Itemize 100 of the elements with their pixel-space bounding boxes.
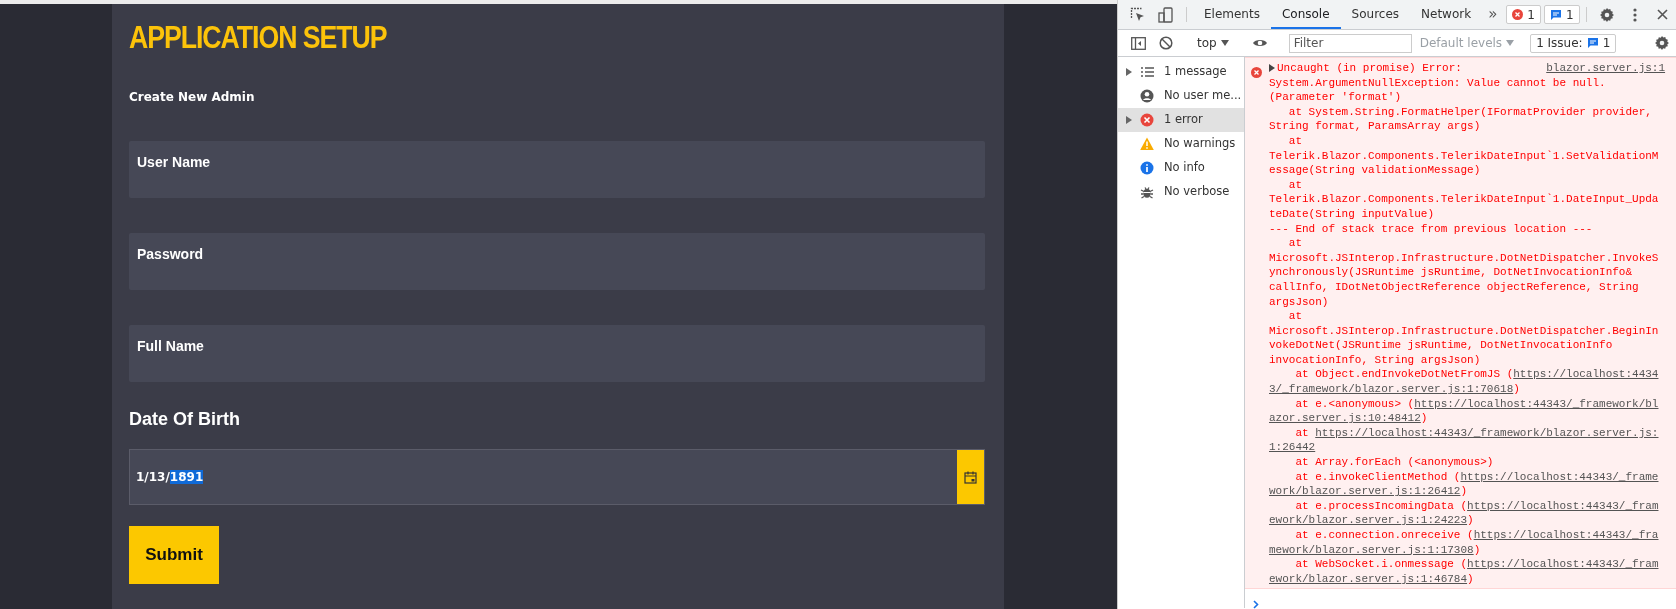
sidebar-item[interactable]: No user me... bbox=[1118, 84, 1244, 108]
stack-trace-text: at Array.forEach (<anonymous>) bbox=[1294, 455, 1494, 470]
chat-icon bbox=[1550, 8, 1562, 21]
form-subtitle: Create New Admin bbox=[129, 89, 256, 106]
filter-label: No info bbox=[1164, 159, 1205, 177]
error-text: Uncaught (in promise) Error: bbox=[1277, 61, 1462, 76]
error-count-button[interactable]: 1 bbox=[1506, 5, 1541, 24]
eye-icon bbox=[1251, 38, 1268, 48]
stack-trace-text: essage(String validationMessage) bbox=[1269, 163, 1481, 178]
submit-button[interactable]: Submit bbox=[129, 526, 219, 584]
source-link[interactable]: https://localhost:44343/_frame bbox=[1460, 469, 1659, 485]
calendar-button[interactable] bbox=[957, 450, 984, 504]
filter-label: No user me... bbox=[1164, 87, 1242, 105]
caret-icon bbox=[1506, 40, 1515, 46]
filter-label: No verbose bbox=[1164, 183, 1230, 201]
input-field[interactable]: Password bbox=[129, 233, 985, 290]
stack-trace-text: at bbox=[1294, 425, 1310, 441]
stack-trace-text: at Object.endInvokeDotNetFromJS ( bbox=[1294, 367, 1514, 383]
sidebar-item[interactable]: No info bbox=[1118, 156, 1244, 180]
error-icon bbox=[1512, 9, 1524, 20]
info-icon bbox=[1140, 161, 1154, 175]
settings-icon bbox=[1598, 6, 1615, 23]
sidebar-item[interactable]: 1 error bbox=[1118, 108, 1244, 132]
stack-trace-text: ) bbox=[1467, 571, 1474, 587]
stack-trace-text: at bbox=[1287, 309, 1302, 324]
stack-trace-text: (Parameter 'format') bbox=[1269, 90, 1402, 105]
stack-trace-text: ) bbox=[1473, 542, 1481, 558]
expand-arrow-icon bbox=[1269, 64, 1275, 73]
stack-trace-text: vokeDotNet(JSRuntime jsRuntime, DotNetInvocationInfo bbox=[1269, 338, 1613, 353]
panel-tab[interactable]: Console bbox=[1270, 0, 1341, 29]
stack-trace-text: Telerik.Blazor.Components.TelerikDateInput`1.DateInput_Upda bbox=[1269, 192, 1659, 207]
bug-icon bbox=[1140, 185, 1154, 199]
sidebar-item[interactable]: 1 message bbox=[1118, 60, 1244, 84]
input-field[interactable]: User Name bbox=[129, 141, 985, 198]
user-icon bbox=[1140, 89, 1154, 103]
warning-icon bbox=[1140, 137, 1154, 151]
stack-trace-text: at e.connection.onreceive ( bbox=[1294, 528, 1474, 543]
source-link[interactable]: https://localhost:44343/_framework/blazor.server.js: bbox=[1315, 425, 1659, 441]
source-link[interactable]: mework/blazor.server.js:1:17308 bbox=[1269, 542, 1474, 558]
stack-trace-text: teDate(String inputValue) bbox=[1269, 206, 1435, 222]
source-link[interactable]: 1:26442 bbox=[1269, 440, 1316, 456]
chat-icon bbox=[1586, 37, 1599, 49]
panel-tab[interactable]: Sources bbox=[1340, 0, 1411, 29]
source-link[interactable]: work/blazor.server.js:1:26412 bbox=[1269, 484, 1461, 499]
stack-trace-text: at e.processIncomingData ( bbox=[1294, 498, 1468, 514]
error-icon bbox=[1251, 67, 1262, 78]
stack-trace-text: at e.invokeClientMethod ( bbox=[1294, 469, 1461, 485]
panel-tab[interactable]: Elements bbox=[1193, 0, 1271, 29]
stack-trace-text: at bbox=[1287, 236, 1302, 251]
source-link[interactable]: https://localhost:4434 bbox=[1513, 367, 1659, 383]
panel-tab[interactable]: Network bbox=[1410, 0, 1483, 29]
source-link[interactable]: https://localhost:44343/_fra bbox=[1473, 528, 1659, 543]
stack-trace-text: ) bbox=[1513, 382, 1520, 397]
source-link[interactable]: blazor.server.js:1 bbox=[1546, 61, 1666, 76]
sidebar-item[interactable]: No warnings bbox=[1118, 132, 1244, 156]
stack-trace-text: ) bbox=[1467, 513, 1474, 528]
filter-input[interactable]: Filter bbox=[1288, 33, 1412, 53]
calendar-icon bbox=[964, 470, 977, 484]
source-link[interactable]: 3/_framework/blazor.server.js:1:70618 bbox=[1269, 382, 1514, 397]
stack-trace-text: callInfo, IDotNetObjectReference objectReference, String bbox=[1269, 279, 1639, 295]
caret-icon bbox=[1220, 40, 1229, 46]
source-link[interactable]: azor.server.js:10:48412 bbox=[1269, 411, 1421, 426]
filter-label: 1 error bbox=[1164, 111, 1203, 129]
page-title: APPLICATION SETUP bbox=[129, 19, 387, 57]
issues-button[interactable]: 1 Issue: 1 bbox=[1530, 33, 1617, 53]
stack-trace-text: ) bbox=[1420, 411, 1428, 426]
sidebar-item[interactable]: No verbose bbox=[1118, 180, 1244, 204]
stack-trace-text: System.ArgumentNullException: Value cannot be null. bbox=[1269, 75, 1606, 91]
stack-trace-text: invocationInfo, String argsJson) bbox=[1269, 352, 1481, 368]
settings-icon bbox=[1654, 35, 1670, 51]
prompt-chevron-icon bbox=[1253, 600, 1259, 609]
stack-trace-text: Telerik.Blazor.Components.TelerikDateInput`1.SetValidationM bbox=[1269, 148, 1659, 164]
expand-arrow-icon bbox=[1126, 68, 1132, 76]
message-count-button[interactable]: 1 bbox=[1544, 5, 1580, 24]
stack-trace-text: Microsoft.JSInterop.Infrastructure.DotNetDispatcher.InvokeS bbox=[1269, 250, 1659, 266]
stack-trace-text: at e.<anonymous> ( bbox=[1294, 396, 1415, 412]
source-link[interactable]: ework/blazor.server.js:1:24223 bbox=[1269, 513, 1468, 528]
stack-trace-text: at System.String.FormatHelper(IFormatProvider provider, bbox=[1287, 104, 1652, 120]
source-link[interactable]: ework/blazor.server.js:1:46784 bbox=[1269, 571, 1468, 587]
stack-trace-text: ) bbox=[1460, 484, 1468, 499]
source-link[interactable]: https://localhost:44343/_fram bbox=[1467, 498, 1659, 514]
input-field[interactable]: Full Name bbox=[129, 325, 985, 382]
filter-label: No warnings bbox=[1164, 135, 1236, 153]
error-icon bbox=[1140, 113, 1154, 127]
stack-trace-text: Microsoft.JSInterop.Infrastructure.DotNetDispatcher.BeginIn bbox=[1269, 323, 1659, 339]
source-link[interactable]: https://localhost:44343/_fram bbox=[1467, 557, 1659, 572]
source-link[interactable]: https://localhost:44343/_framework/bl bbox=[1414, 396, 1659, 412]
stack-trace-text: String format, ParamsArray args) bbox=[1269, 119, 1481, 134]
date-input[interactable]: 1/13/1891 bbox=[129, 449, 985, 505]
sidebar-icon bbox=[1130, 36, 1146, 50]
context-dropdown[interactable]: top bbox=[1193, 34, 1233, 52]
stack-trace-text: ynchronously(JSRuntime jsRuntime, DotNetInvocationInfo& bbox=[1269, 265, 1633, 280]
list-icon bbox=[1140, 65, 1154, 79]
cursor-icon bbox=[1130, 6, 1146, 23]
stack-trace-text: --- End of stack trace from previous location --- bbox=[1269, 221, 1593, 237]
more-tabs-button[interactable]: » bbox=[1482, 0, 1504, 29]
expand-arrow-icon bbox=[1126, 116, 1132, 124]
selected-text: 1891 bbox=[169, 470, 204, 484]
close-icon bbox=[1657, 9, 1669, 20]
stack-trace-text: at bbox=[1287, 133, 1302, 149]
